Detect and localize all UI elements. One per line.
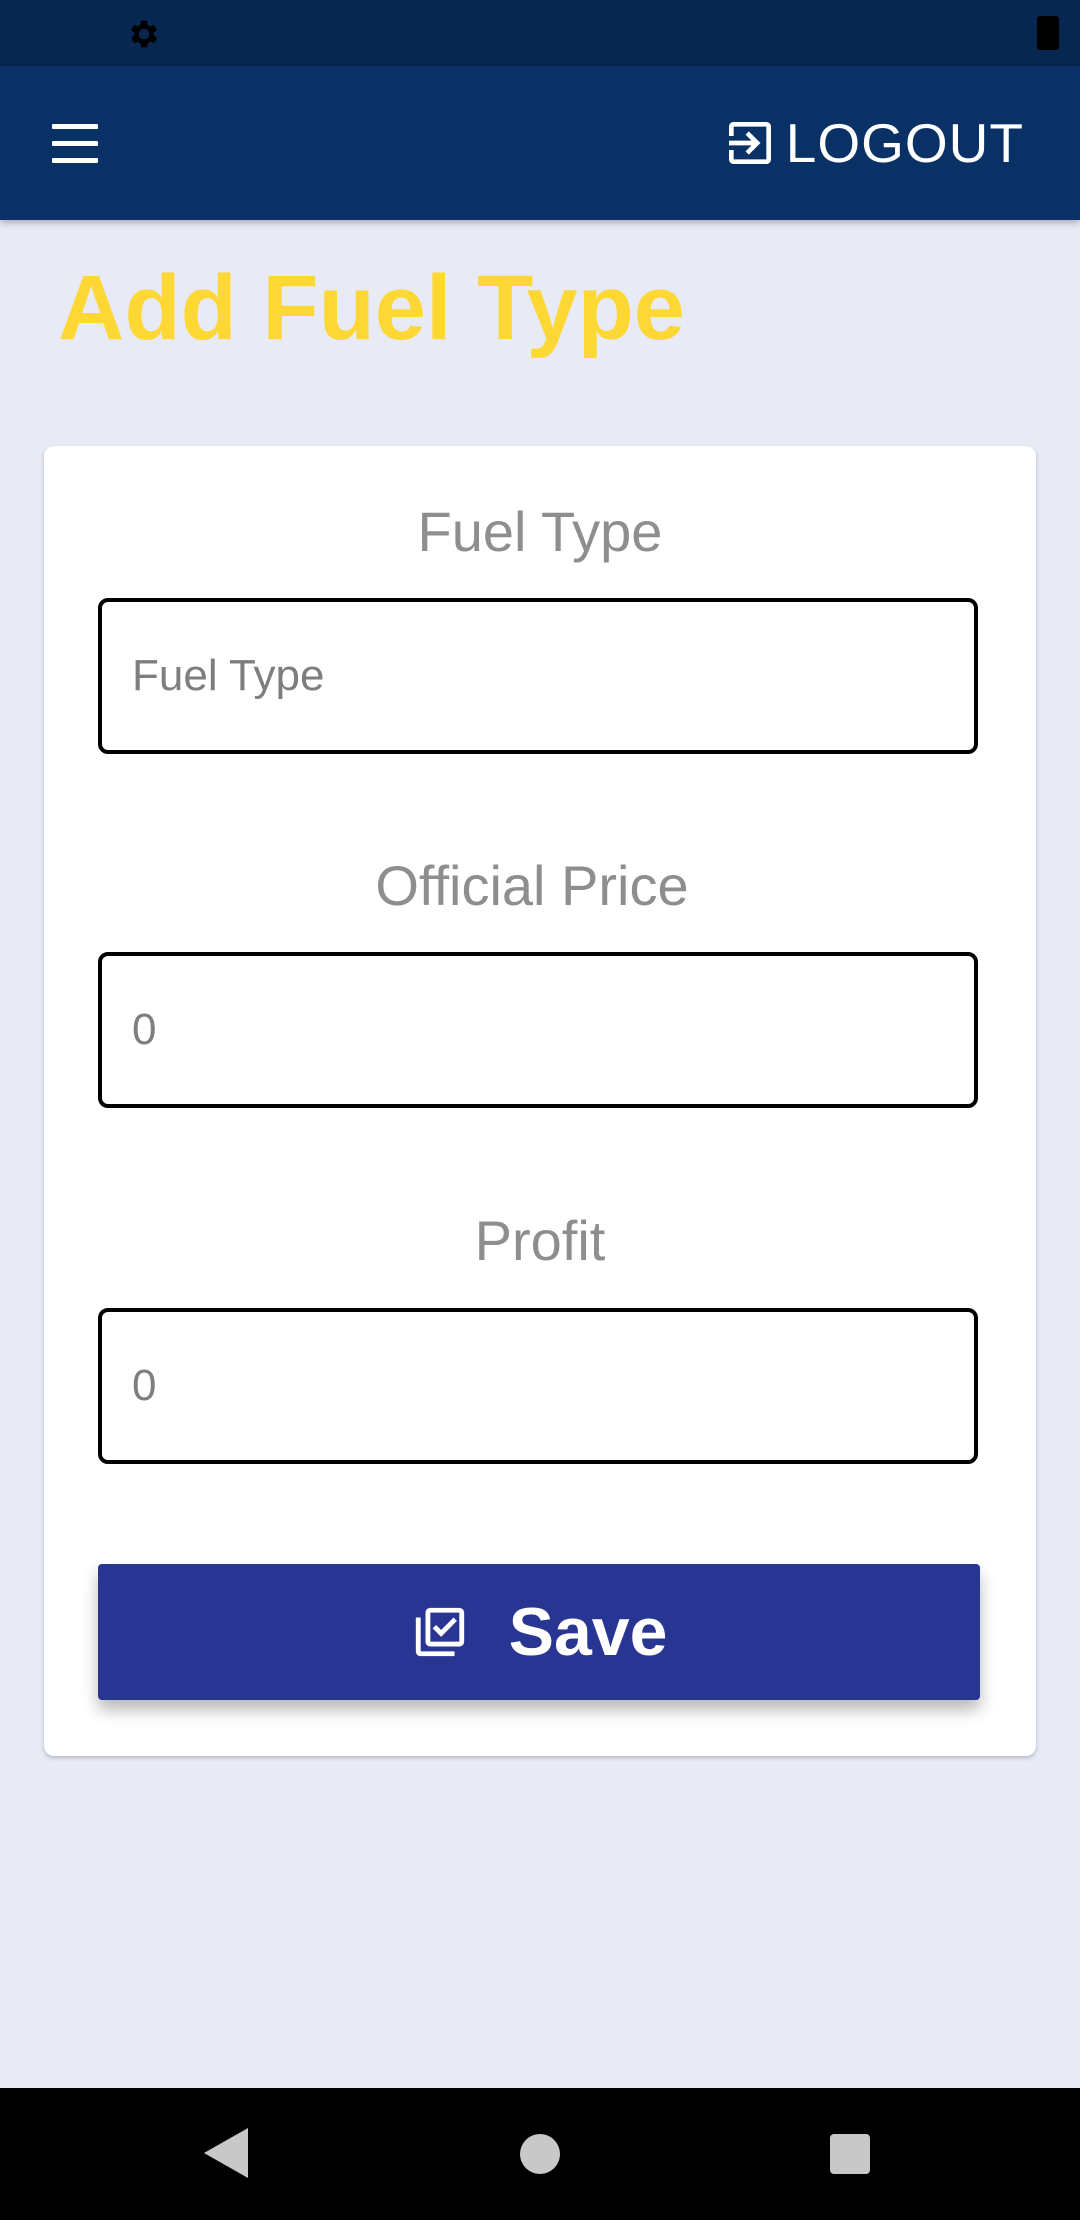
- save-label: Save: [508, 1594, 668, 1670]
- hamburger-menu-icon[interactable]: [44, 114, 104, 174]
- logout-label: LOGOUT: [785, 111, 1024, 174]
- battery-icon: [1037, 16, 1059, 50]
- official-price-input[interactable]: [98, 952, 978, 1108]
- back-icon[interactable]: [204, 2128, 248, 2178]
- fuel-type-label: Fuel Type: [417, 500, 663, 563]
- recents-icon[interactable]: [830, 2134, 870, 2174]
- gear-icon: [131, 20, 158, 48]
- logout-icon: [728, 122, 771, 164]
- add-fuel-type-form: Fuel Type Official Price Profit Save: [44, 446, 1036, 1756]
- system-nav-bar: [0, 2088, 1080, 2220]
- save-library-check-icon: [415, 1607, 464, 1657]
- official-price-label: Official Price: [375, 854, 689, 917]
- save-button[interactable]: Save: [98, 1564, 980, 1700]
- profit-label: Profit: [474, 1209, 606, 1272]
- logout-button[interactable]: LOGOUT: [722, 110, 1024, 176]
- home-icon[interactable]: [520, 2134, 560, 2174]
- page-title: Add Fuel Type: [58, 257, 685, 359]
- app-bar: LOGOUT: [0, 66, 1080, 220]
- profit-input[interactable]: [98, 1308, 978, 1464]
- status-bar: [0, 0, 1080, 66]
- fuel-type-input[interactable]: [98, 598, 978, 754]
